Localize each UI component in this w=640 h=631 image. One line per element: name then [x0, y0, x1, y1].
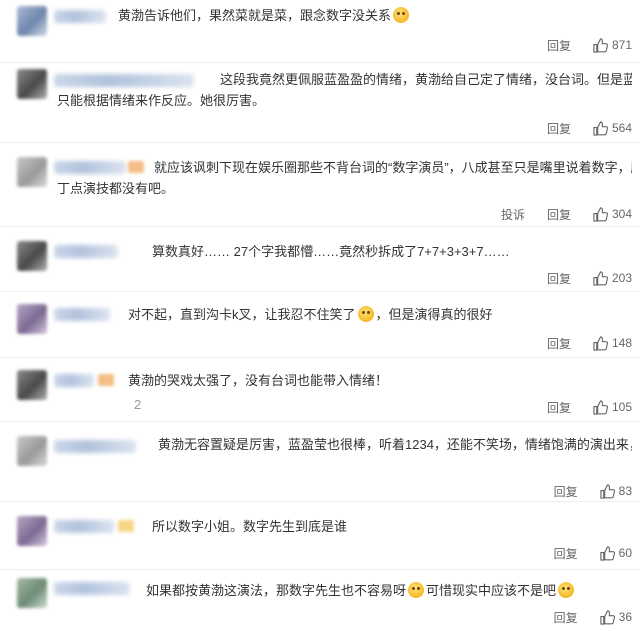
username[interactable] [54, 74, 194, 87]
comment-actions: 回复 203 [547, 269, 632, 287]
comment-item: 算数真好…… 27个字我都懵……竟然秒拆成了7+7+3+3+7…… 回复 203 [0, 227, 640, 292]
comment-actions: 回复 148 [547, 334, 632, 352]
comment-text: 黄渤的哭戏太强了，没有台词也能带入情绪！ [128, 373, 389, 388]
username[interactable] [54, 440, 136, 453]
thumbs-up-icon [593, 120, 608, 136]
comment-actions: 回复 83 [554, 482, 632, 500]
like-count: 105 [611, 400, 632, 414]
like-button[interactable]: 148 [593, 335, 632, 351]
comment-text: 对不起，直到沟卡k叉，让我忍不住笑了 ，但是演得真的很好 [128, 306, 493, 322]
like-button[interactable]: 83 [600, 483, 632, 499]
comment-text: 黄渤告诉他们，果然菜就是菜，跟念数字没关系 [118, 5, 632, 26]
thumbs-up-icon [600, 545, 615, 561]
emoji-face-icon [357, 306, 374, 322]
like-count: 36 [618, 610, 632, 624]
avatar[interactable] [17, 578, 47, 608]
comment-item: 就应该讽刺下现在娱乐圈那些不背台词的“数字演员”，八成甚至只是嘴里说着数字，脸上… [0, 143, 640, 227]
comment-actions: 回复 60 [554, 544, 632, 562]
thumbs-up-icon [593, 399, 608, 415]
thumbs-up-icon [600, 483, 615, 499]
avatar[interactable] [17, 241, 47, 271]
report-button[interactable]: 投诉 [501, 206, 525, 223]
comment-list: 黄渤告诉他们，果然菜就是菜，跟念数字没关系 回复 871 这段我竟然更佩服蓝盈盈… [0, 0, 640, 631]
comment-item: 对不起，直到沟卡k叉，让我忍不住笑了 ，但是演得真的很好 回复 148 [0, 292, 640, 358]
comment-text-continued: 丁点演技都没有吧。 [57, 181, 175, 196]
like-button[interactable]: 203 [593, 270, 632, 286]
avatar[interactable] [17, 516, 47, 546]
username[interactable] [54, 245, 118, 258]
comment-item: 这段我竟然更佩服蓝盈盈的情绪，黄渤给自己定了情绪，没台词。但是蓝盈 只能根据情绪… [0, 63, 640, 143]
like-button[interactable]: 60 [600, 545, 632, 561]
comment-actions: 回复 105 [547, 398, 632, 416]
comment-text-continued: 只能根据情绪来作反应。她很厉害。 [57, 93, 266, 108]
reply-button[interactable]: 回复 [554, 609, 578, 626]
reply-button[interactable]: 回复 [554, 483, 578, 500]
reply-button[interactable]: 回复 [547, 206, 571, 223]
emoji-face-icon [408, 582, 425, 598]
comment-text: 就应该讽刺下现在娱乐圈那些不背台词的“数字演员”，八成甚至只是嘴里说着数字，脸上… [154, 160, 632, 175]
comment-item: 黄渤无容置疑是厉害，蓝盈莹也很棒，听着1234，还能不笑场，情绪饱满的演出来，厉… [0, 422, 640, 502]
avatar[interactable] [17, 157, 47, 187]
avatar[interactable] [17, 436, 47, 466]
comment-text: 所以数字小姐。数字先生到底是谁 [152, 519, 348, 534]
reply-button[interactable]: 回复 [554, 545, 578, 562]
comment-text: 黄渤无容置疑是厉害，蓝盈莹也很棒，听着1234，还能不笑场，情绪饱满的演出来，厉… [158, 437, 632, 452]
avatar[interactable] [17, 69, 47, 99]
like-count: 83 [618, 484, 632, 498]
reply-button[interactable]: 回复 [547, 270, 571, 287]
comment-text: 这段我竟然更佩服蓝盈盈的情绪，黄渤给自己定了情绪，没台词。但是蓝盈 [220, 72, 632, 87]
like-count: 148 [611, 336, 632, 350]
comment-actions: 回复 36 [554, 608, 632, 626]
thumbs-up-icon [593, 37, 608, 53]
user-badge [118, 520, 134, 532]
like-button[interactable]: 871 [593, 37, 632, 53]
thumbs-up-icon [600, 609, 615, 625]
thumbs-up-icon [593, 270, 608, 286]
comment-actions: 回复 871 [547, 36, 632, 54]
like-button[interactable]: 304 [593, 206, 632, 222]
like-button[interactable]: 564 [593, 120, 632, 136]
comment-actions: 回复 564 [547, 119, 632, 137]
thumbs-up-icon [593, 206, 608, 222]
comment-item: 黄渤告诉他们，果然菜就是菜，跟念数字没关系 回复 871 [0, 0, 640, 63]
like-button[interactable]: 105 [593, 399, 632, 415]
like-count: 564 [611, 121, 632, 135]
thumbs-up-icon [593, 335, 608, 351]
comment-item: 如果都按黄渤这演法，那数字先生也不容易呀 可惜现实中应该不是吧 回复 36 [0, 570, 640, 631]
like-count: 304 [611, 207, 632, 221]
reply-button[interactable]: 回复 [547, 37, 571, 54]
comment-text: 算数真好…… 27个字我都懵……竟然秒拆成了7+7+3+3+7…… [152, 244, 510, 259]
user-badge [98, 374, 114, 386]
comment-text: 如果都按黄渤这演法，那数字先生也不容易呀 可惜现实中应该不是吧 [146, 580, 632, 601]
reply-button[interactable]: 回复 [547, 120, 571, 137]
username[interactable] [54, 520, 114, 533]
comment-actions: 投诉 回复 304 [501, 205, 632, 223]
username[interactable] [54, 308, 110, 321]
avatar[interactable] [17, 304, 47, 334]
username[interactable] [54, 374, 94, 387]
comment-item: 黄渤的哭戏太强了，没有台词也能带入情绪！ 2 回复 105 [0, 358, 640, 422]
like-count: 60 [618, 546, 632, 560]
username[interactable] [54, 161, 126, 174]
like-count: 871 [611, 38, 632, 52]
like-count: 203 [611, 271, 632, 285]
emoji-face-icon [558, 582, 575, 598]
avatar[interactable] [17, 370, 47, 400]
reply-button[interactable]: 回复 [547, 399, 571, 416]
avatar[interactable] [17, 6, 47, 36]
username[interactable] [54, 582, 130, 595]
like-button[interactable]: 36 [600, 609, 632, 625]
comment-item: 所以数字小姐。数字先生到底是谁 回复 60 [0, 502, 640, 570]
reply-button[interactable]: 回复 [547, 335, 571, 352]
user-badge [128, 161, 144, 173]
username[interactable] [54, 10, 106, 23]
emoji-face-icon [393, 7, 410, 23]
